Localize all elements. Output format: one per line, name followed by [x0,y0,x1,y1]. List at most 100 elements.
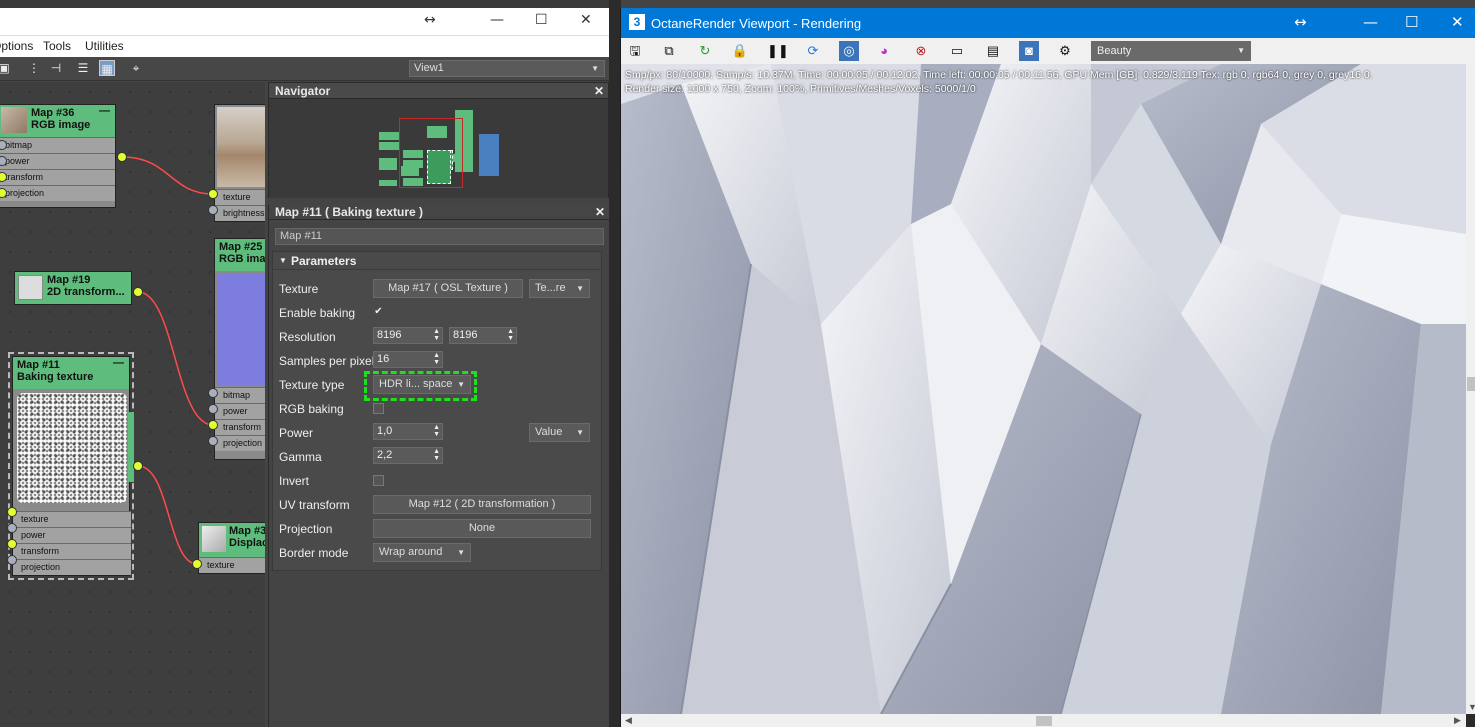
menu-options[interactable]: Options [0,39,33,53]
projection-button[interactable]: None [373,519,591,538]
collapse-icon[interactable]: — [113,357,124,369]
octane-title-bar[interactable]: 3 OctaneRender Viewport - Rendering ↔ — … [621,8,1475,38]
slot-transform[interactable]: transform [215,419,265,435]
node-map25[interactable]: Map #25 RGB ima bitmap power transform p… [214,238,265,460]
layout-icon[interactable]: ▣ [0,60,12,76]
slot-texture[interactable]: texture [215,189,265,205]
collapse-icon[interactable]: — [99,105,110,117]
slot-projection[interactable]: projection [0,185,115,201]
minimize-icon[interactable]: — [490,12,504,28]
pause-icon[interactable]: ❚❚ [767,41,789,61]
scroll-right-icon[interactable]: ▶ [1454,715,1461,726]
viewport-rect[interactable] [399,118,463,188]
output-socket[interactable] [133,287,143,297]
close-icon[interactable]: ✕ [594,83,604,99]
vertical-scroll-thumb[interactable] [1467,377,1475,391]
spinner-arrows-icon[interactable]: ▲ ▼ [507,328,514,342]
slot-projection[interactable]: projection [215,435,265,451]
slot-brightness[interactable]: brightness [215,205,265,221]
resolution-x-spinner[interactable]: 8196 ▲ ▼ [373,327,443,344]
node-map36-header[interactable]: Map #36 RGB image — [0,105,115,137]
close-icon[interactable]: ✕ [595,204,605,220]
samples-spinner[interactable]: 16 ▲ ▼ [373,351,443,368]
uv-transform-button[interactable]: Map #12 ( 2D transformation ) [373,495,591,514]
node-map3-header[interactable]: Map #3 Displac [199,523,265,557]
camera-icon[interactable]: ◙ [1019,41,1039,61]
input-socket[interactable] [208,189,218,199]
close-icon[interactable]: ✕ [580,12,592,28]
slot-bitmap[interactable]: bitmap [215,387,265,403]
node-map3[interactable]: Map #3 Displac texture [198,522,265,574]
horizontal-scrollbar[interactable]: ◀ ▶ [621,714,1466,727]
horizontal-scroll-thumb[interactable] [1036,716,1052,726]
auto-focus-icon[interactable]: ◎ [839,41,859,61]
spinner-arrows-icon[interactable]: ▲ ▼ [433,448,440,462]
input-socket[interactable] [192,559,202,569]
input-socket[interactable] [7,507,17,517]
invert-checkbox[interactable] [373,475,384,486]
node-map19-header[interactable]: Map #19 2D transform... [15,272,131,304]
map-name-field[interactable]: Map #11 [275,228,604,245]
slot-texture[interactable]: texture [199,557,265,573]
node-map11-header[interactable]: Map #11 Baking texture — [13,357,129,389]
close-icon[interactable]: ✕ [1451,13,1464,31]
slot-power[interactable]: power [0,153,115,169]
move-arrows-icon[interactable]: ↔ [1294,13,1307,31]
vertical-scrollbar[interactable]: ▼ [1466,64,1475,714]
view-select[interactable]: View1 ▼ [409,60,605,77]
menu-tools[interactable]: Tools [43,39,71,53]
list-icon[interactable]: ☰ [75,60,91,76]
show-grid-icon[interactable]: ▦ [99,60,115,76]
refresh-icon[interactable]: ⟳ [803,41,823,61]
slate-title-bar[interactable]: ↔ — ☐ ✕ [0,8,612,36]
layout-children-icon[interactable]: ⊣ [48,60,64,76]
spinner-arrows-icon[interactable]: ▲ ▼ [433,352,440,366]
input-socket[interactable] [7,539,17,549]
scroll-left-icon[interactable]: ◀ [625,715,632,726]
input-socket[interactable] [208,404,218,414]
texture-map-button[interactable]: Map #17 ( OSL Texture ) [373,279,523,298]
spinner-arrows-icon[interactable]: ▲ ▼ [433,328,440,342]
slot-transform[interactable]: transform [0,169,115,185]
node-map19[interactable]: Map #19 2D transform... [14,271,132,305]
node-map25-header[interactable]: Map #25 RGB ima [215,239,265,271]
color-picker-icon[interactable]: ◕ [874,41,894,61]
input-socket[interactable] [7,523,17,533]
scroll-down-icon[interactable]: ▼ [1468,702,1475,712]
output-socket[interactable] [133,461,143,471]
parameters-rollout-header[interactable]: ▼ Parameters [273,252,601,270]
settings-gear-icon[interactable]: ⚙ [1055,41,1075,61]
node-map36[interactable]: Map #36 RGB image — bitmap power transfo… [0,104,116,208]
render-pass-select[interactable]: Beauty ▼ [1091,41,1251,61]
pick-icon[interactable]: ⌖ [128,60,144,76]
minimize-icon[interactable]: — [1363,13,1378,31]
resolution-y-spinner[interactable]: 8196 ▲ ▼ [449,327,517,344]
enable-baking-checkbox[interactable]: ✔ [373,307,384,318]
output-socket[interactable] [117,152,127,162]
node-top-right[interactable]: texture brightness [214,104,265,222]
slot-projection[interactable]: projection [13,559,131,575]
spinner-arrows-icon[interactable]: ▲ ▼ [433,424,440,438]
slot-texture[interactable]: texture [13,511,131,527]
align-icon[interactable]: ⋮ [26,60,42,76]
node-canvas[interactable]: Map #36 RGB image — bitmap power transfo… [0,82,265,727]
slot-power[interactable]: power [13,527,131,543]
maximize-icon[interactable]: ☐ [535,12,548,28]
render-image[interactable]: Smp/px: 80/10000, Samp/s: 10.37M, Time: … [621,64,1466,714]
input-socket[interactable] [208,436,218,446]
copy-icon[interactable]: ⧉ [659,41,679,61]
input-socket[interactable] [208,388,218,398]
display-icon[interactable]: ▭ [947,41,967,61]
input-socket[interactable] [208,205,218,215]
power-spinner[interactable]: 1,0 ▲ ▼ [373,423,443,440]
navigator-view[interactable] [269,100,608,198]
move-arrows-icon[interactable]: ↔ [424,12,436,28]
gamma-spinner[interactable]: 2,2 ▲ ▼ [373,447,443,464]
node-map11[interactable]: Map #11 Baking texture — texture power t… [12,356,134,576]
input-socket[interactable] [7,555,17,565]
region-render-icon[interactable]: ⊗ [911,41,931,61]
save-image-icon[interactable]: 🖫 [625,41,645,61]
input-socket[interactable] [208,420,218,430]
slot-transform[interactable]: transform [13,543,131,559]
power-mode-select[interactable]: Value ▼ [529,423,590,442]
